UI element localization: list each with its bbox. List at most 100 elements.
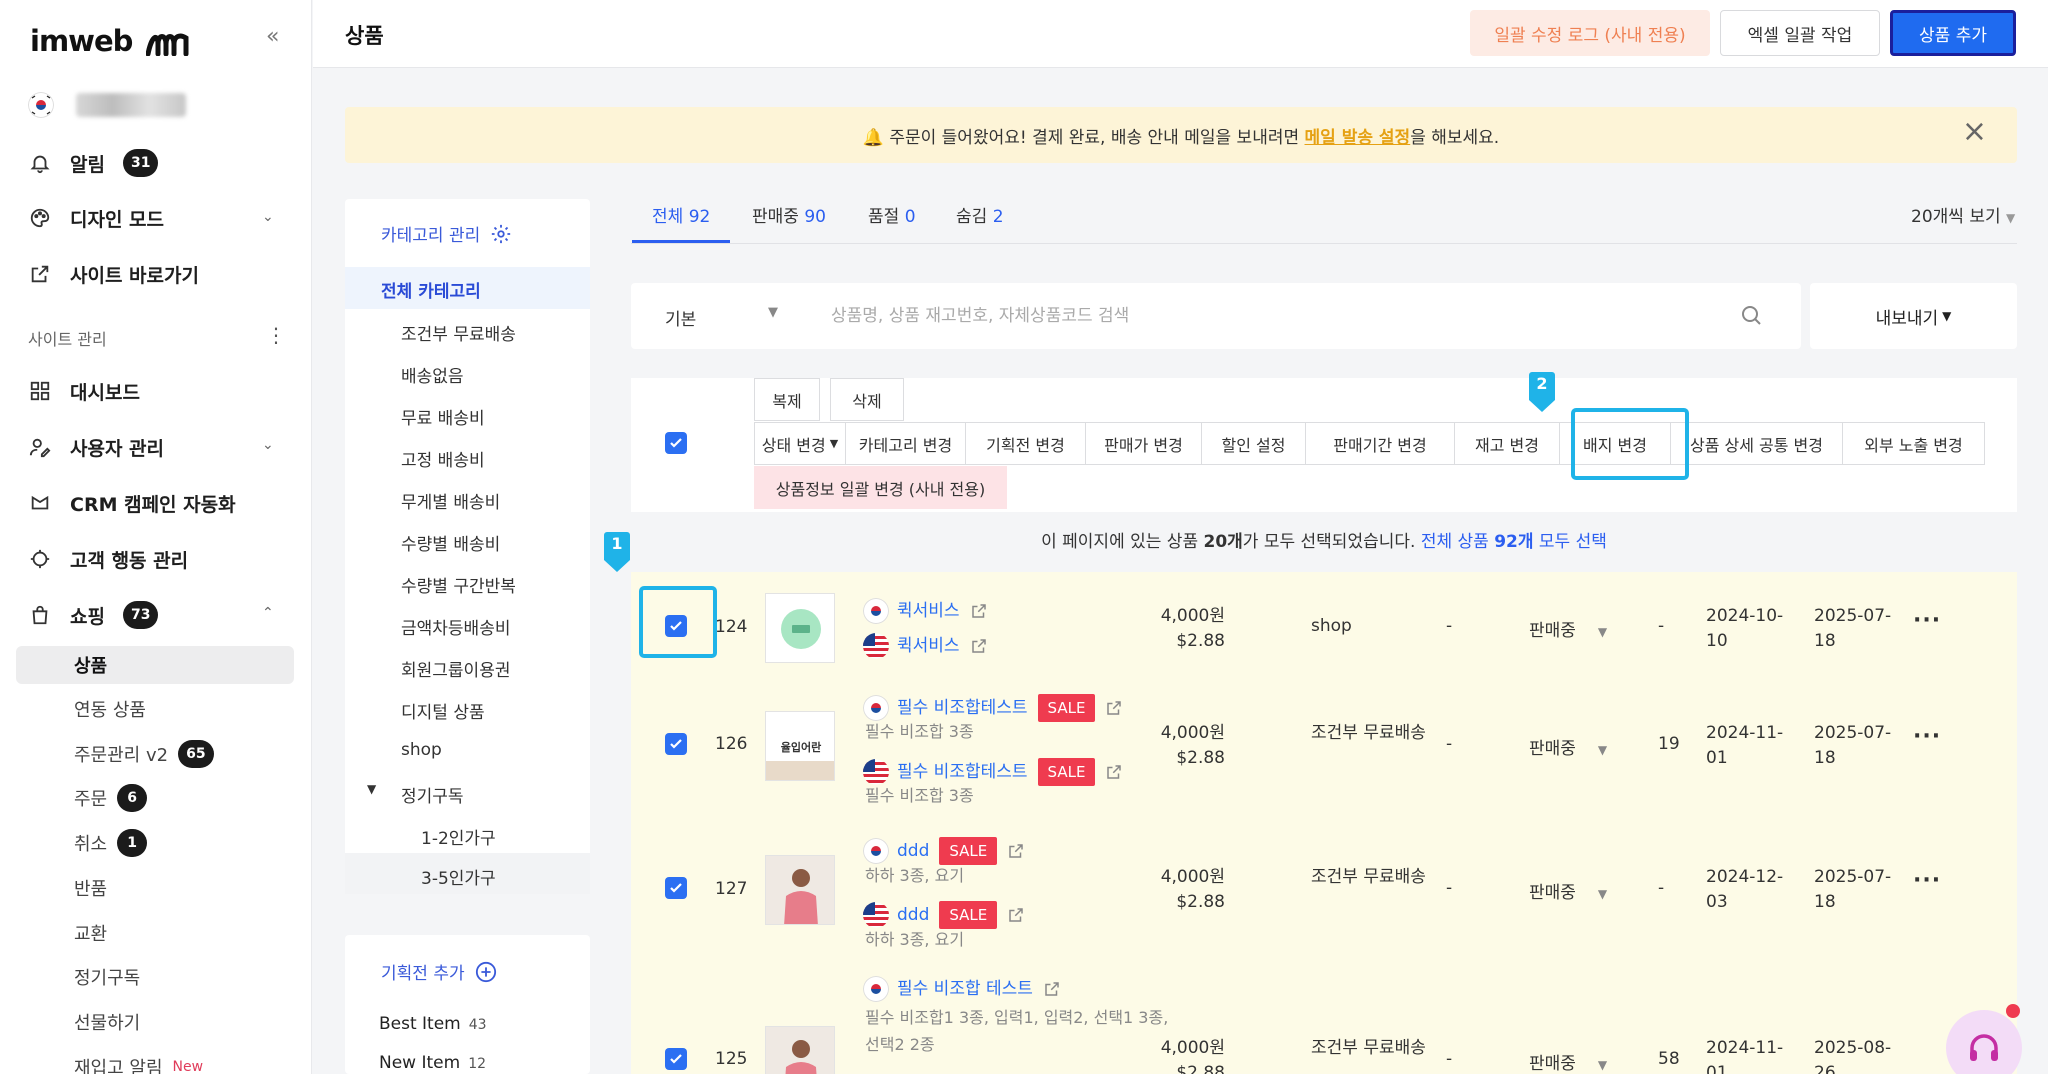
- external-link-icon[interactable]: [970, 637, 988, 655]
- nav-exchange[interactable]: 교환: [74, 918, 107, 948]
- external-exposure-change-button[interactable]: 외부 노출 변경: [1842, 422, 1985, 465]
- product-name-en[interactable]: ddd SALE: [863, 901, 1025, 929]
- nav-user-manage[interactable]: 사용자 관리: [28, 431, 164, 463]
- nav-gift[interactable]: 선물하기: [74, 1007, 140, 1037]
- category-item[interactable]: 정기구독: [401, 782, 464, 807]
- detail-common-change-button[interactable]: 상품 상세 공통 변경: [1670, 422, 1843, 465]
- category-item[interactable]: 배송없음: [401, 362, 464, 387]
- category-sub-item[interactable]: 1-2인가구: [421, 824, 496, 849]
- product-name-ko[interactable]: 필수 비조합 테스트: [863, 974, 1061, 1002]
- nav-site-shortcut[interactable]: 사이트 바로가기: [28, 258, 199, 290]
- product-thumbnail[interactable]: 율입어란: [765, 711, 835, 781]
- category-change-button[interactable]: 카테고리 변경: [845, 422, 966, 465]
- row-checkbox[interactable]: [665, 877, 687, 899]
- excel-bulk-button[interactable]: 엑셀 일괄 작업: [1720, 10, 1880, 56]
- external-link-icon[interactable]: [970, 602, 988, 620]
- product-thumbnail[interactable]: [765, 1026, 835, 1074]
- export-button[interactable]: 내보내기 ▼: [1810, 283, 2017, 349]
- category-manage-link[interactable]: 카테고리 관리: [381, 221, 512, 246]
- tab-sold-out[interactable]: 품절 0: [868, 202, 916, 227]
- search-type-select[interactable]: 기본: [665, 305, 696, 330]
- row-checkbox[interactable]: [665, 1048, 687, 1070]
- more-options-icon[interactable]: ···: [1913, 608, 1941, 633]
- select-all-checkbox[interactable]: [665, 432, 687, 454]
- site-selector[interactable]: [28, 92, 186, 118]
- nav-orders-v2[interactable]: 주문관리 v2 65: [74, 739, 214, 769]
- product-thumbnail[interactable]: [765, 855, 835, 925]
- delete-button[interactable]: 삭제: [830, 378, 904, 421]
- category-item[interactable]: 디지털 상품: [401, 698, 485, 723]
- tab-hidden[interactable]: 숨김 2: [956, 202, 1004, 227]
- status-select[interactable]: 판매중 ▼: [1529, 734, 1607, 759]
- category-item[interactable]: 금액차등배송비: [401, 614, 510, 639]
- category-item[interactable]: shop: [401, 740, 442, 760]
- caret-down-icon[interactable]: ▼: [768, 305, 778, 320]
- bulk-edit-log-button[interactable]: 일괄 수정 로그 (사내 전용): [1470, 10, 1710, 56]
- status-change-button[interactable]: 상태 변경 ▼: [754, 422, 846, 465]
- tab-on-sale[interactable]: 판매중 90: [752, 202, 826, 227]
- nav-products[interactable]: 상품: [74, 650, 107, 680]
- nav-orders[interactable]: 주문 6: [74, 783, 148, 813]
- promotion-item[interactable]: New Item 12: [379, 1053, 486, 1073]
- category-all[interactable]: 전체 카테고리: [381, 277, 481, 302]
- nav-design-mode[interactable]: 디자인 모드: [28, 202, 164, 234]
- bulk-info-change-button[interactable]: 상품정보 일괄 변경 (사내 전용): [754, 466, 1007, 509]
- more-options-icon[interactable]: ···: [1913, 724, 1941, 749]
- external-link-icon[interactable]: [1007, 906, 1025, 924]
- category-sub-item[interactable]: 3-5인가구: [421, 864, 496, 889]
- add-product-button[interactable]: 상품 추가: [1890, 10, 2016, 56]
- nav-notifications[interactable]: 알림 31: [28, 147, 159, 179]
- row-checkbox[interactable]: [665, 733, 687, 755]
- discount-setting-button[interactable]: 할인 설정: [1201, 422, 1306, 465]
- category-item[interactable]: 고정 배송비: [401, 446, 485, 471]
- nav-shopping[interactable]: 쇼핑 73: [28, 599, 159, 631]
- caret-down-icon[interactable]: ▼: [367, 782, 376, 796]
- nav-linked-products[interactable]: 연동 상품: [74, 694, 146, 724]
- chevron-down-icon[interactable]: ⌄: [262, 437, 274, 453]
- external-link-icon[interactable]: [1043, 980, 1061, 998]
- nav-subscription[interactable]: 정기구독: [74, 962, 140, 992]
- mail-settings-link[interactable]: 메일 발송 설정: [1305, 128, 1411, 148]
- product-name-ko[interactable]: ddd SALE: [863, 837, 1025, 865]
- status-select[interactable]: 판매중 ▼: [1529, 616, 1607, 641]
- nav-return[interactable]: 반품: [74, 873, 107, 903]
- status-select[interactable]: 판매중 ▼: [1529, 1049, 1607, 1074]
- search-input[interactable]: [831, 299, 1711, 333]
- promotion-change-button[interactable]: 기획전 변경: [965, 422, 1086, 465]
- promotion-item[interactable]: Best Item 43: [379, 1014, 487, 1034]
- nav-restock-alert[interactable]: 재입고 알림 New: [74, 1052, 203, 1074]
- category-item[interactable]: 수량별 구간반복: [401, 572, 516, 597]
- add-promotion-link[interactable]: 기획전 추가: [381, 959, 497, 984]
- nav-dashboard[interactable]: 대시보드: [28, 375, 140, 407]
- nav-crm[interactable]: CRM 캠페인 자동화: [28, 487, 236, 519]
- external-link-icon[interactable]: [1007, 842, 1025, 860]
- product-thumbnail[interactable]: [765, 593, 835, 663]
- kebab-menu-icon[interactable]: ⋮: [266, 323, 286, 347]
- category-item[interactable]: 무게별 배송비: [401, 488, 500, 513]
- chevron-up-icon[interactable]: ⌃: [262, 605, 274, 621]
- external-link-icon[interactable]: [1105, 763, 1123, 781]
- nav-customer-behavior[interactable]: 고객 행동 관리: [28, 543, 188, 575]
- stock-change-button[interactable]: 재고 변경: [1454, 422, 1560, 465]
- close-icon[interactable]: ×: [1962, 117, 1987, 147]
- price-change-button[interactable]: 판매가 변경: [1085, 422, 1202, 465]
- chevron-down-icon[interactable]: ⌄: [262, 209, 274, 225]
- category-item[interactable]: 무료 배송비: [401, 404, 485, 429]
- tab-all[interactable]: 전체 92: [652, 202, 710, 227]
- category-item[interactable]: 회원그룹이용권: [401, 656, 510, 681]
- product-name-en[interactable]: 퀵서비스: [863, 631, 988, 659]
- imweb-logo[interactable]: imweb: [30, 24, 190, 58]
- category-item[interactable]: 조건부 무료배송: [401, 320, 516, 345]
- per-page-select[interactable]: 20개씩 보기 ▼: [1911, 202, 2015, 227]
- search-icon[interactable]: [1739, 303, 1763, 327]
- nav-cancel[interactable]: 취소 1: [74, 828, 148, 858]
- copy-button[interactable]: 복제: [754, 378, 820, 421]
- status-select[interactable]: 판매중 ▼: [1529, 878, 1607, 903]
- collapse-sidebar-icon[interactable]: «: [266, 24, 279, 49]
- category-item[interactable]: 수량별 배송비: [401, 530, 500, 555]
- external-link-icon[interactable]: [1105, 699, 1123, 717]
- more-options-icon[interactable]: ···: [1913, 868, 1941, 893]
- select-all-products-link[interactable]: 전체 상품 92개 모두 선택: [1421, 532, 1607, 552]
- sale-period-change-button[interactable]: 판매기간 변경: [1305, 422, 1455, 465]
- product-name-ko[interactable]: 퀵서비스: [863, 596, 988, 624]
